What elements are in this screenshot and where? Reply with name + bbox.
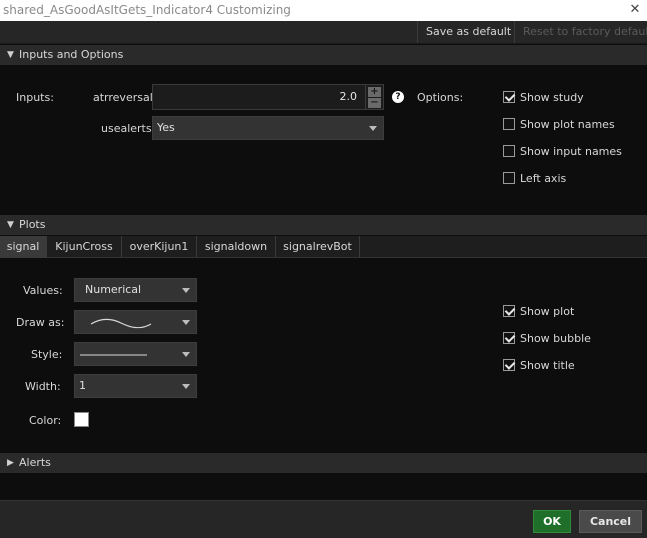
atrreversal-input[interactable]: 2.0 — [152, 84, 366, 110]
chevron-down-icon — [182, 288, 190, 293]
usealerts-select[interactable]: Yes — [152, 116, 384, 140]
section-title: Inputs and Options — [19, 48, 124, 61]
usealerts-value: Yes — [157, 121, 175, 134]
close-icon[interactable]: ✕ — [623, 0, 647, 20]
show-title-checkbox[interactable] — [503, 359, 515, 371]
reset-to-factory-default-button[interactable]: Reset to factory default — [514, 21, 647, 43]
show-plot-names-checkbox[interactable] — [503, 118, 515, 130]
chevron-down-icon: ▼ — [7, 50, 14, 60]
chevron-down-icon — [182, 352, 190, 357]
section-title: Alerts — [19, 456, 51, 469]
values-label: Values: — [23, 284, 63, 297]
show-study-label: Show study — [520, 91, 584, 104]
tab-signaldown[interactable]: signaldown — [197, 236, 276, 258]
style-select[interactable] — [74, 342, 197, 366]
section-title: Plots — [19, 218, 46, 231]
tab-signal[interactable]: signal — [0, 236, 47, 258]
tab-overkijun1[interactable]: overKijun1 — [122, 236, 197, 258]
draw-as-select[interactable] — [74, 310, 197, 334]
tab-kijuncross[interactable]: KijunCross — [47, 236, 122, 258]
show-input-names-checkbox[interactable] — [503, 145, 515, 157]
decrement-button[interactable]: − — [368, 98, 381, 108]
ok-button[interactable]: OK — [533, 510, 571, 533]
show-plot-names-label: Show plot names — [520, 118, 615, 131]
increment-button[interactable]: + — [368, 87, 381, 97]
show-plot-label: Show plot — [520, 305, 575, 318]
plots-section-header[interactable]: ▼ Plots — [0, 215, 647, 235]
left-axis-label: Left axis — [520, 172, 567, 185]
help-icon[interactable]: ? — [392, 91, 404, 103]
show-study-checkbox[interactable] — [503, 91, 515, 103]
toolbar: Save as default Reset to factory default — [0, 21, 647, 44]
width-value: 1 — [79, 379, 86, 392]
chevron-down-icon — [182, 384, 190, 389]
show-bubble-checkbox[interactable] — [503, 332, 515, 344]
atrreversal-stepper: + − — [366, 84, 384, 110]
style-label: Style: — [31, 348, 63, 361]
show-title-label: Show title — [520, 359, 575, 372]
values-value: Numerical — [85, 283, 142, 296]
left-axis-checkbox[interactable] — [503, 172, 515, 184]
usealerts-label: usealerts — [101, 122, 152, 135]
width-label: Width: — [25, 380, 61, 393]
plot-tabs: signal KijunCross overKijun1 signaldown … — [0, 236, 647, 258]
curve-line-icon — [90, 318, 152, 329]
options-label: Options: — [417, 91, 464, 104]
tab-signalrevbot[interactable]: signalrevBot — [276, 236, 360, 258]
width-select[interactable]: 1 — [74, 374, 197, 398]
window-titlebar: shared_AsGoodAsItGets_Indicator4 Customi… — [0, 0, 647, 21]
chevron-down-icon — [182, 320, 190, 325]
chevron-down-icon: ▼ — [7, 220, 14, 230]
color-label: Color: — [29, 414, 62, 427]
values-select[interactable]: Numerical — [74, 278, 197, 302]
show-plot-checkbox[interactable] — [503, 305, 515, 317]
show-input-names-label: Show input names — [520, 145, 622, 158]
inputs-options-section-header[interactable]: ▼ Inputs and Options — [0, 45, 647, 65]
draw-as-label: Draw as: — [16, 316, 65, 329]
cancel-button[interactable]: Cancel — [579, 510, 642, 533]
chevron-right-icon: ▶ — [7, 458, 14, 468]
color-swatch[interactable] — [74, 412, 89, 427]
save-as-default-button[interactable]: Save as default — [417, 21, 514, 43]
window-title: shared_AsGoodAsItGets_Indicator4 Customi… — [3, 3, 291, 17]
chevron-down-icon — [369, 126, 377, 131]
atrreversal-label: atrreversal — [93, 91, 153, 104]
show-bubble-label: Show bubble — [520, 332, 591, 345]
alerts-section-header[interactable]: ▶ Alerts — [0, 453, 647, 473]
solid-line-icon — [80, 354, 147, 356]
inputs-label: Inputs: — [16, 91, 54, 104]
